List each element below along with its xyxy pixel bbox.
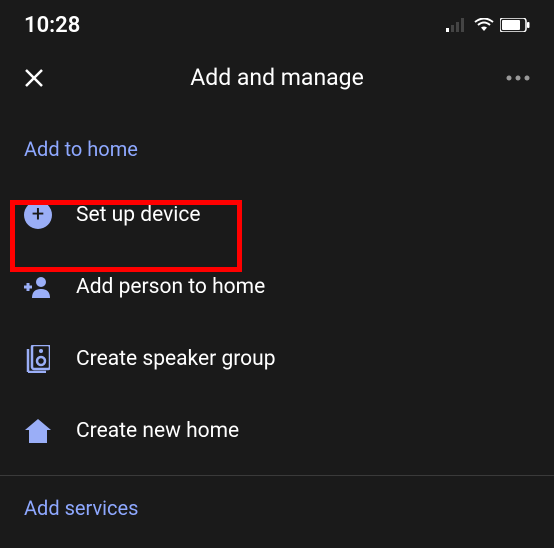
list-item-label: Create new home	[76, 419, 239, 443]
list-item-label: Set up device	[76, 203, 201, 227]
list-item-create-home[interactable]: Create new home	[0, 395, 554, 467]
list-item-label: Create speaker group	[76, 347, 276, 371]
status-time: 10:28	[24, 13, 80, 38]
page-title: Add and manage	[52, 64, 502, 91]
close-button[interactable]	[24, 68, 52, 88]
status-bar: 10:28	[0, 0, 554, 46]
list-item-speaker-group[interactable]: Create speaker group	[0, 323, 554, 395]
plus-circle-icon	[24, 201, 52, 229]
cellular-icon	[446, 18, 468, 32]
list-item-label: Add person to home	[76, 275, 265, 299]
home-icon	[24, 417, 52, 445]
more-icon	[506, 75, 530, 81]
battery-icon	[500, 18, 530, 32]
status-icons	[446, 18, 530, 32]
header: Add and manage	[0, 46, 554, 117]
close-icon	[24, 68, 44, 88]
speaker-icon	[24, 345, 52, 373]
section-title-add-to-home: Add to home	[0, 117, 554, 179]
section-title-add-services: Add services	[0, 476, 554, 538]
list-item-add-person[interactable]: Add person to home	[0, 251, 554, 323]
add-person-icon	[24, 273, 52, 301]
wifi-icon	[474, 18, 494, 32]
list-item-setup-device[interactable]: Set up device	[0, 179, 554, 251]
more-button[interactable]	[502, 75, 530, 81]
